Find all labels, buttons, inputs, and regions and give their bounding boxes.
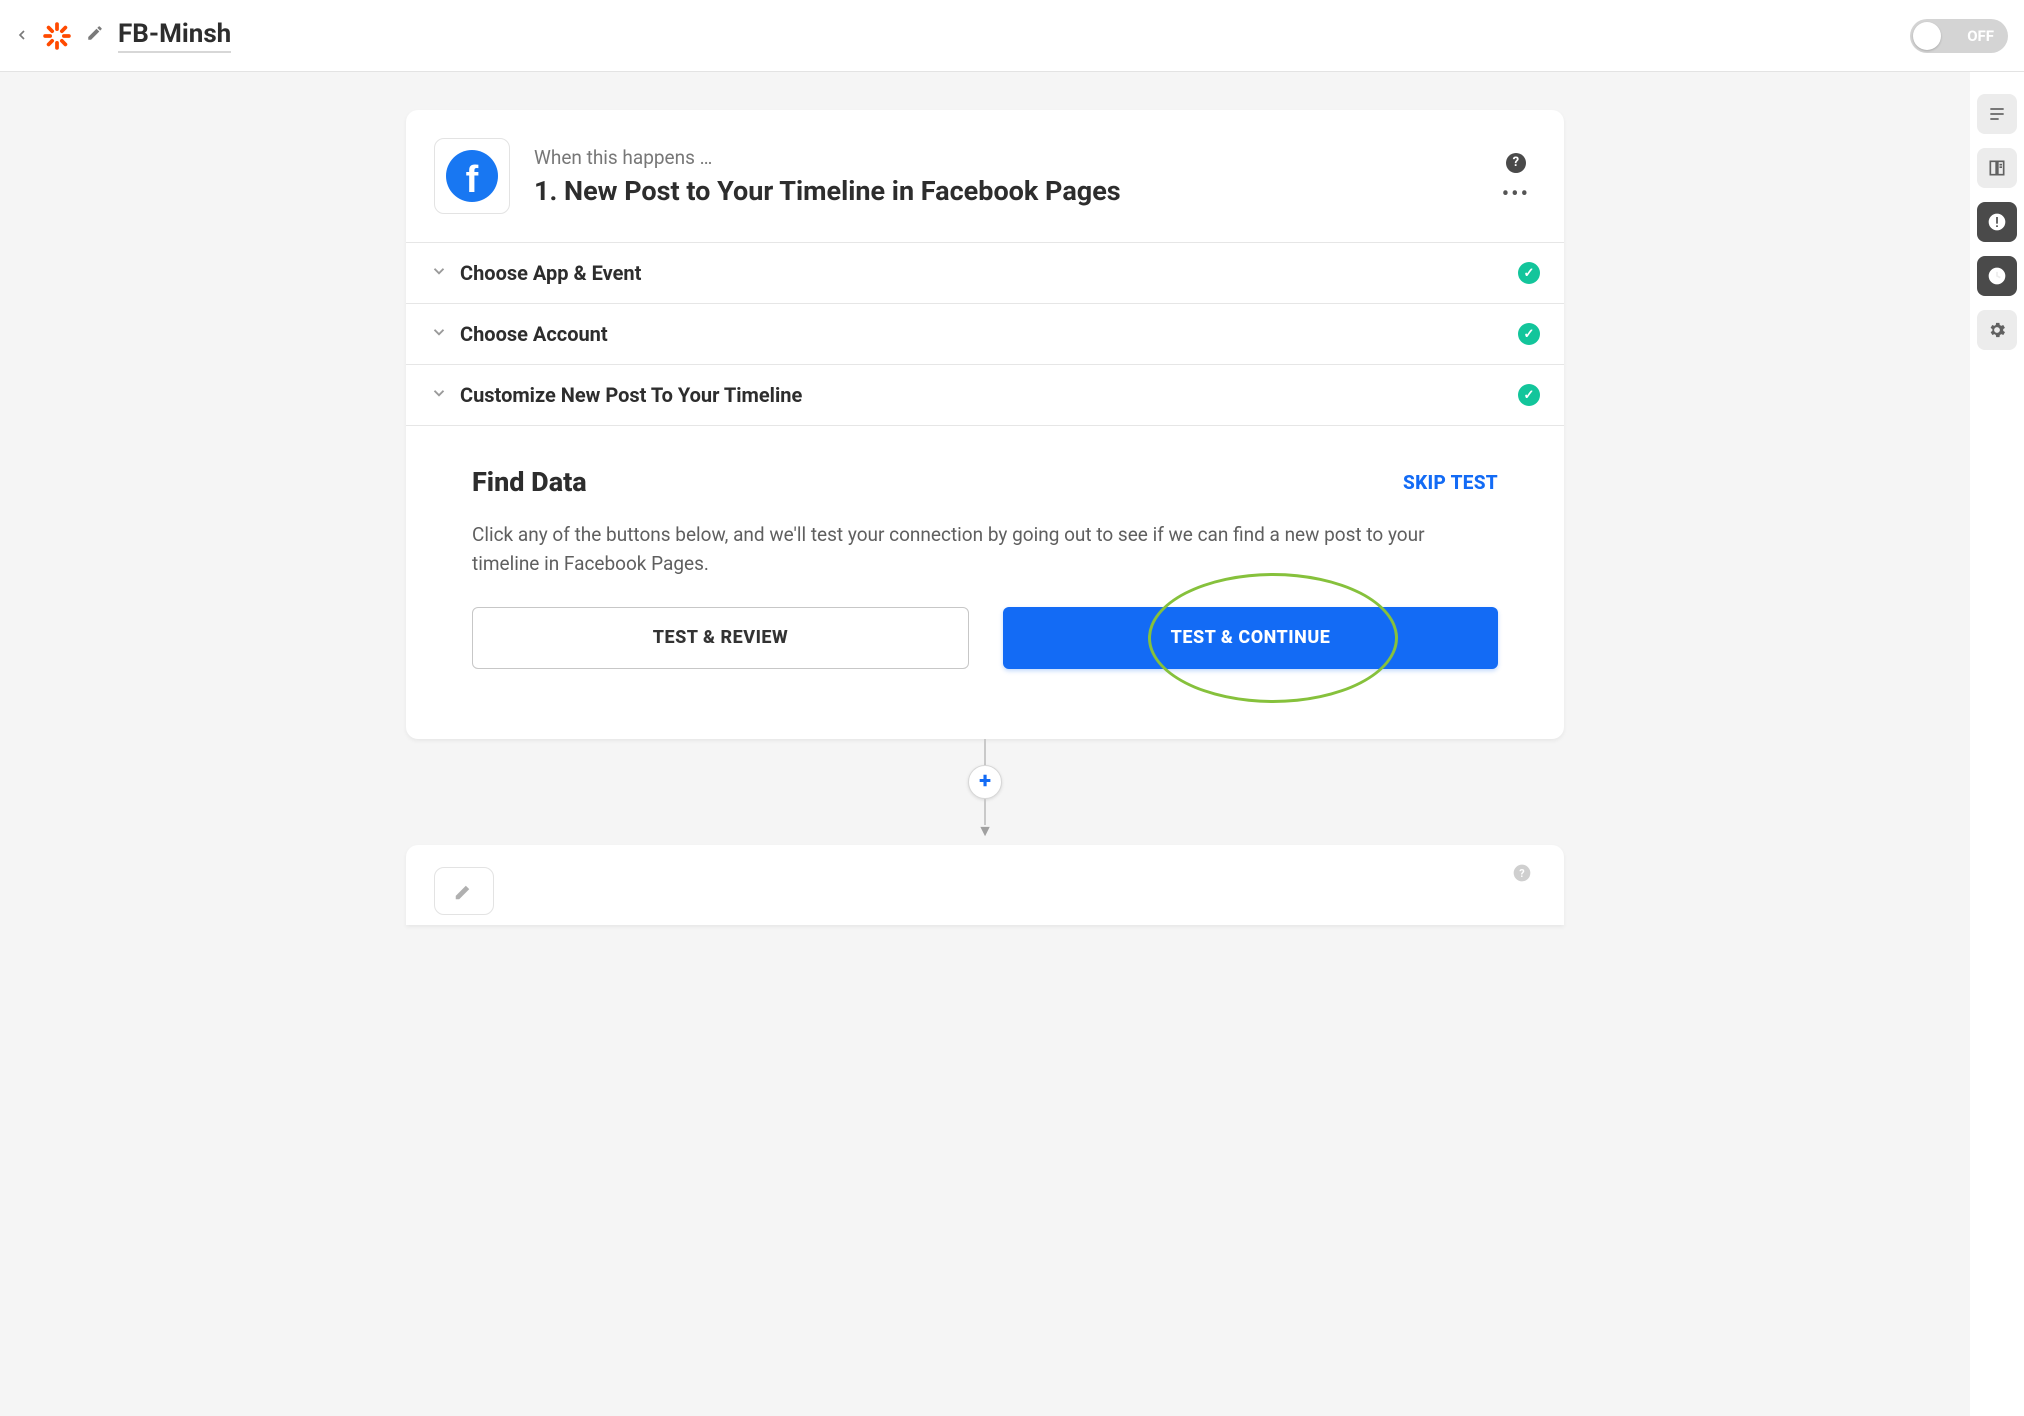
find-data-panel: Find Data SKIP TEST Click any of the but… — [406, 426, 1564, 739]
app-icon-box: f — [434, 138, 510, 214]
help-icon[interactable]: ? — [1506, 153, 1526, 173]
step-menu-icon[interactable]: ••• — [1502, 191, 1530, 200]
add-step-button[interactable]: + — [968, 765, 1002, 799]
zap-toggle[interactable]: OFF — [1910, 19, 2008, 53]
plus-icon: + — [979, 769, 991, 794]
alert-icon[interactable] — [1977, 202, 2017, 242]
zapier-logo-icon — [42, 21, 72, 51]
zap-name[interactable]: FB-Minsh — [118, 19, 231, 53]
help-icon[interactable]: ? — [1512, 863, 1532, 888]
find-data-title: Find Data — [472, 466, 1403, 498]
chevron-down-icon — [430, 384, 448, 406]
toggle-label: OFF — [1967, 27, 1994, 45]
step-header: f When this happens … 1. New Post to You… — [406, 110, 1564, 243]
chevron-down-icon — [430, 323, 448, 345]
app-icon-placeholder — [434, 867, 494, 915]
step-title: 1. New Post to Your Timeline in Facebook… — [534, 175, 1478, 207]
section-choose-app-event[interactable]: Choose App & Event ✓ — [406, 243, 1564, 304]
step-connector: + ▼ — [968, 739, 1002, 841]
step-eyebrow: When this happens … — [534, 146, 1478, 169]
right-rail — [1970, 72, 2024, 1416]
back-button[interactable] — [12, 20, 32, 52]
edit-name-icon[interactable] — [86, 24, 104, 47]
action-step-card[interactable]: ? — [406, 845, 1564, 925]
gear-icon[interactable] — [1977, 310, 2017, 350]
section-label: Choose App & Event — [460, 261, 1506, 285]
complete-badge-icon: ✓ — [1518, 384, 1540, 406]
test-review-button[interactable]: TEST & REVIEW — [472, 607, 969, 669]
complete-badge-icon: ✓ — [1518, 323, 1540, 345]
clock-icon[interactable] — [1977, 256, 2017, 296]
trigger-step-card: f When this happens … 1. New Post to You… — [406, 110, 1564, 739]
book-icon[interactable] — [1977, 148, 2017, 188]
menu-icon[interactable] — [1977, 94, 2017, 134]
svg-text:?: ? — [1519, 867, 1524, 880]
section-label: Choose Account — [460, 322, 1506, 346]
section-customize[interactable]: Customize New Post To Your Timeline ✓ — [406, 365, 1564, 426]
test-continue-button[interactable]: TEST & CONTINUE — [1003, 607, 1498, 669]
complete-badge-icon: ✓ — [1518, 262, 1540, 284]
find-data-description: Click any of the buttons below, and we'l… — [472, 520, 1452, 579]
facebook-icon: f — [446, 150, 498, 202]
section-choose-account[interactable]: Choose Account ✓ — [406, 304, 1564, 365]
chevron-down-icon — [430, 262, 448, 284]
section-label: Customize New Post To Your Timeline — [460, 383, 1506, 407]
arrow-down-icon: ▼ — [977, 821, 993, 841]
skip-test-link[interactable]: SKIP TEST — [1403, 471, 1498, 494]
toggle-knob — [1913, 22, 1941, 50]
